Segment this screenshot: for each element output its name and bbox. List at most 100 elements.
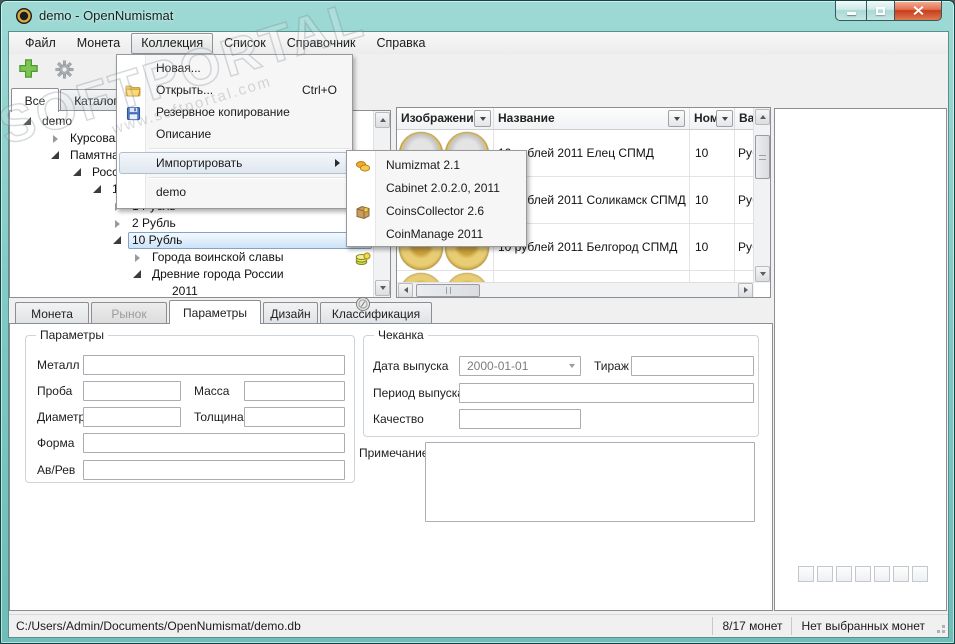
mass-label: Масса [194,384,230,398]
close-button[interactable] [895,1,942,21]
coins-count: 8/17 монет [712,617,791,635]
group-title: Чеканка [374,328,428,342]
menu-item-cabinet[interactable]: Cabinet 2.0.2.0, 2011 [349,176,524,220]
nominal-cell: 10 [690,177,735,223]
column-nominal[interactable]: Ном [690,108,735,129]
menu-item-open[interactable]: Открыть... Ctrl+O [119,79,350,101]
menu-collection[interactable]: Коллекция [131,32,214,54]
save-icon [124,104,142,122]
expand-icon[interactable] [130,269,144,278]
filter-dropdown-icon[interactable] [668,110,685,127]
diameter-label: Диаметр [37,410,86,424]
resize-grip[interactable] [934,615,948,637]
coins-icon [354,157,372,175]
scroll-right-button[interactable] [738,282,753,297]
tab-design[interactable]: Дизайн [263,302,318,324]
shape-field[interactable] [83,433,345,453]
table-horizontal-scrollbar[interactable] [397,282,754,297]
issue-date-combobox[interactable]: 2000-01-01 [459,356,581,376]
tree-item-drevnie[interactable]: Древние города России [10,266,372,283]
probe-field[interactable] [83,381,181,401]
tab-classification[interactable]: Классификация [320,302,432,324]
menu-coin[interactable]: Монета [67,33,130,54]
add-coin-button[interactable] [17,57,40,85]
column-image[interactable]: Изображени [397,108,494,129]
note-field[interactable] [425,442,755,522]
scroll-up-button[interactable] [375,112,390,128]
selection-status: Нет выбранных монет [791,617,934,635]
obverse-reverse-field[interactable] [83,460,345,480]
expand-icon[interactable] [48,150,62,159]
close-icon [912,6,924,15]
tab-market[interactable]: Рынок [91,302,167,324]
quality-label: Качество [373,412,424,426]
metal-field[interactable] [83,355,345,375]
chevron-down-icon[interactable] [563,364,580,368]
issue-date-label: Дата выпуска [373,359,449,373]
tree-item-2011[interactable]: 2011 [10,283,372,297]
note-label: Примечание [359,446,429,460]
filter-dropdown-icon[interactable] [474,110,491,127]
image-placeholders [798,566,928,582]
quality-field[interactable] [459,409,581,429]
image-slot [836,566,852,582]
table-vertical-scrollbar[interactable] [753,108,770,283]
currency-cell: Руб [738,193,754,207]
collapse-icon[interactable] [110,219,124,228]
currency-cell: Руб [738,146,754,160]
menu-item-coinscollector[interactable]: CoinsCollector 2.6 [349,199,524,265]
expand-icon[interactable] [70,167,84,176]
shortcut-label: Ctrl+O [301,83,337,97]
mass-field[interactable] [244,381,345,401]
issue-period-field[interactable] [459,383,754,403]
minimize-button[interactable] [835,1,866,21]
scroll-down-button[interactable] [755,266,770,282]
filter-dropdown-icon[interactable] [716,110,733,127]
shape-label: Форма [37,436,75,450]
menu-item-recent-demo[interactable]: demo [119,181,350,203]
nominal-cell: 10 [690,224,735,270]
window-title: demo - OpenNumismat [39,8,174,23]
menu-item-description[interactable]: Описание [119,123,350,145]
menu-reference[interactable]: Справочник [277,33,366,54]
menu-help[interactable]: Справка [366,33,435,54]
scroll-up-button[interactable] [755,109,770,125]
tab-parameters[interactable]: Параметры [169,300,261,324]
column-name[interactable]: Название [494,108,690,129]
image-slot [817,566,833,582]
tree-item-10-ruble[interactable]: 10 Рубль [10,232,372,249]
scroll-left-button[interactable] [398,282,413,297]
menu-list[interactable]: Список [214,33,276,54]
menu-file[interactable]: Файл [15,33,66,54]
image-slot [874,566,890,582]
group-title: Параметры [36,328,108,342]
collapse-icon[interactable] [130,253,144,262]
maximize-button[interactable] [866,1,895,21]
mintage-field[interactable] [631,356,754,376]
menu-separator [149,148,350,149]
expand-icon[interactable] [110,235,124,244]
table-header: Изображени Название Ном Вал [397,108,770,130]
tree-item-goroda[interactable]: Города воинской славы [10,249,372,266]
submenu-arrow-icon [335,159,340,167]
scrollbar-thumb[interactable] [416,283,480,297]
menu-item-numizmat[interactable]: Numizmat 2.1 [349,153,524,176]
menu-item-import[interactable]: Импортировать [119,152,350,174]
menu-item-backup[interactable]: Резервное копирование [119,101,350,123]
scrollbar-thumb[interactable] [755,135,770,179]
coin-image-panel [774,108,947,611]
titlebar[interactable]: demo - OpenNumismat [1,1,954,31]
tree-item-2-ruble[interactable]: 2 Рубль [10,215,372,232]
diameter-field[interactable] [83,407,181,427]
settings-button[interactable] [55,60,74,84]
tab-all[interactable]: Все [11,88,59,112]
scroll-down-button[interactable] [375,280,390,296]
menu-item-new[interactable]: Новая... [119,57,350,79]
expand-icon[interactable] [20,116,34,125]
expand-icon[interactable] [90,184,104,193]
menu-item-coinmanage[interactable]: CoinManage 2011 [349,222,524,311]
thickness-field[interactable] [244,407,345,427]
tab-coin[interactable]: Монета [15,302,89,324]
thickness-label: Толщина [194,410,244,424]
collapse-icon[interactable] [48,134,62,143]
